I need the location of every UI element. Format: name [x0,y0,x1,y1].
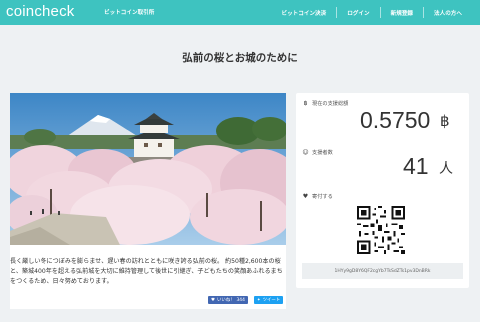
facebook-like-button[interactable]: ♥ いいね！ 344 [208,296,248,304]
amount-label: 現在の支援総額 [312,101,349,107]
donate-label: 寄付する [312,194,333,200]
thumbs-up-icon: ♥ [211,297,215,303]
amount-unit: ฿ [440,113,450,130]
supporters-unit: 人 [439,161,453,177]
supporters-count: 41 [403,153,429,179]
tweet-label: ツイート [262,298,281,303]
supporters-label-row: ☺ 支援者数 [302,149,333,156]
supporters-label: 支援者数 [312,150,333,156]
amount-label-row: ฿ 現在の支援総額 [302,100,349,107]
castle-cherry-blossom-photo [10,93,286,245]
donation-qr-code[interactable] [357,206,405,254]
coincheck-logo[interactable]: coincheck [6,3,75,20]
tweet-button[interactable]: ✦ ツイート [253,296,284,304]
project-description: 長く厳しい冬につぼみを膨らませ、遅い春の訪れとともに咲き誇る弘前の桜。 約50種… [10,258,283,286]
twitter-bird-icon: ✦ [256,297,261,303]
share-buttons: ♥ いいね！ 344 ✦ ツイート [208,296,284,304]
bitcoin-address[interactable]: 1HYy9gD8Y6QF2cgYb7TsSdZTs1pv3DnBRk [302,263,463,279]
donation-panel: ฿ 現在の支援総額 0.5750 ฿ ☺ 支援者数 41 人 ♥ 寄付する 1H… [296,93,469,288]
nav-link-signup[interactable]: 新規登録 [381,9,423,17]
heart-icon: ♥ [302,193,309,200]
like-count: 344 [236,297,245,303]
like-label: いいね！ [216,298,235,303]
nav-link-corporate[interactable]: 法人の方へ [424,9,472,17]
donate-label-row: ♥ 寄付する [302,193,333,200]
amount-value: 0.5750 [360,107,431,133]
people-icon: ☺ [302,149,309,156]
bitcoin-icon: ฿ [303,100,308,107]
nav-link-login[interactable]: ログイン [337,9,379,17]
project-card: 長く厳しい冬につぼみを膨らませ、遅い春の訪れとともに咲き誇る弘前の桜。 約50種… [10,93,286,309]
nav-link-bitcoin-payment[interactable]: ビットコイン決済 [271,9,336,17]
nav-links: ビットコイン決済 ログイン 新規登録 法人の方へ [271,0,472,25]
top-navbar: coincheck ビットコイン取引所 ビットコイン決済 ログイン 新規登録 法… [0,0,480,25]
logo-tagline: ビットコイン取引所 [104,10,155,16]
page-title: 弘前の桜とお城のために [182,52,298,64]
